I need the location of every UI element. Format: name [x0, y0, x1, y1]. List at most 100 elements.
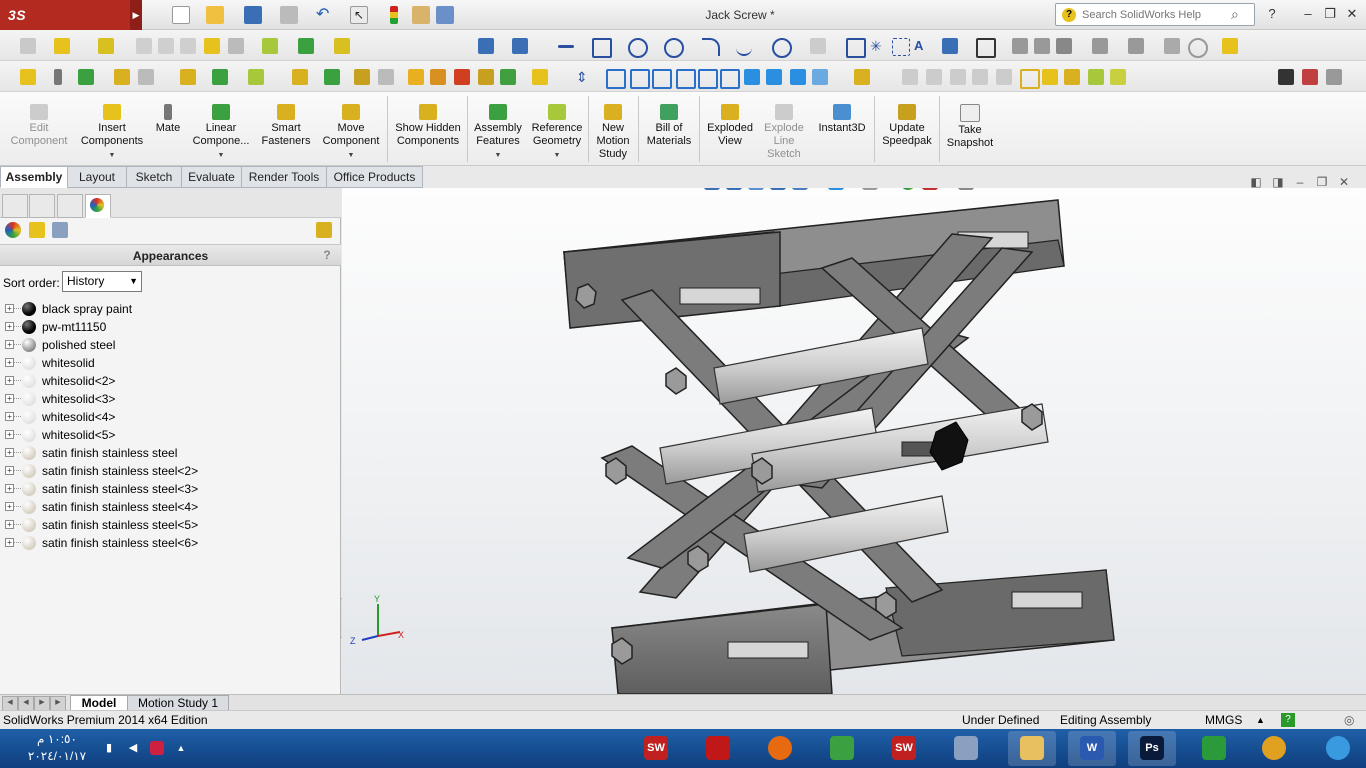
tree-item[interactable]: + satin finish stainless steel<4>: [0, 498, 330, 516]
rectangle-icon[interactable]: [592, 38, 612, 58]
taskbar-app-button[interactable]: [1008, 731, 1056, 766]
expand-icon[interactable]: +: [5, 466, 14, 475]
toolbar-icon[interactable]: [54, 38, 70, 54]
tree-item[interactable]: + satin finish stainless steel<6>: [0, 534, 330, 552]
close-icon[interactable]: ✕: [1342, 5, 1362, 23]
search-icon[interactable]: ⌕: [1231, 6, 1247, 22]
toolbar-icon[interactable]: [138, 69, 154, 85]
sort-order-select[interactable]: History ▼: [62, 271, 142, 292]
slot-icon[interactable]: [628, 38, 648, 58]
view-orientation-icon[interactable]: [792, 188, 808, 190]
toolbar-icon[interactable]: [500, 69, 516, 85]
taskbar-app-button[interactable]: [756, 731, 804, 766]
expand-icon[interactable]: +: [5, 376, 14, 385]
viewport-minimize-icon[interactable]: –: [1292, 174, 1308, 190]
toolbar-icon[interactable]: [942, 38, 958, 54]
tree-item[interactable]: + polished steel: [0, 336, 330, 354]
search-input[interactable]: [1082, 4, 1232, 25]
taskbar-app-button[interactable]: SW: [880, 731, 928, 766]
toolbar-icon[interactable]: [262, 38, 278, 54]
toolbar-icon[interactable]: [334, 38, 350, 54]
minimize-icon[interactable]: –: [1298, 5, 1318, 23]
toolbar-icon[interactable]: [136, 38, 152, 54]
toolbar-icon[interactable]: [180, 69, 196, 85]
zoom-to-fit-icon[interactable]: [704, 188, 720, 190]
move-component-button[interactable]: Move Component ▼: [318, 92, 384, 166]
units-caret-icon[interactable]: ▲: [1256, 711, 1265, 729]
toolbar-icon[interactable]: [180, 38, 196, 54]
toolbar-icon[interactable]: [1188, 38, 1208, 58]
clock-time[interactable]: ١٠:٥٠ م: [32, 731, 82, 747]
text-icon[interactable]: A: [914, 38, 930, 54]
bill-of-materials-button[interactable]: Bill of Materials: [641, 92, 697, 166]
tab-evaluate[interactable]: Evaluate: [181, 166, 242, 188]
view-cube-icon[interactable]: [652, 69, 672, 89]
save-icon[interactable]: [244, 6, 262, 24]
tree-item[interactable]: + whitesolid<5>: [0, 426, 330, 444]
dropdown-caret-icon[interactable]: ▼: [470, 149, 526, 162]
toolbar-icon[interactable]: [854, 69, 870, 85]
toolbar-icon[interactable]: [976, 38, 996, 58]
linear-pattern-button[interactable]: Linear Compone... ▼: [188, 92, 254, 166]
smart-fasteners-button[interactable]: Smart Fasteners: [256, 92, 316, 166]
taskbar-app-button[interactable]: [1314, 731, 1362, 766]
toolbar-icon[interactable]: [98, 38, 114, 54]
first-tab-icon[interactable]: ◀: [2, 696, 18, 711]
view-settings-icon[interactable]: [958, 188, 974, 190]
clock-date[interactable]: ٢٠٢٤/٠١/١٧: [22, 748, 92, 764]
edit-component-button[interactable]: Edit Component: [4, 92, 74, 166]
tree-item[interactable]: + satin finish stainless steel<5>: [0, 516, 330, 534]
view-cube-icon[interactable]: [698, 69, 718, 89]
toolbar-icon[interactable]: [996, 69, 1012, 85]
toolbar-icon[interactable]: [212, 69, 228, 85]
tree-item[interactable]: + pw-mt11150: [0, 318, 330, 336]
logo-menu-arrow-icon[interactable]: ▶: [130, 0, 142, 30]
toolbar-icon[interactable]: [950, 69, 966, 85]
taskbar-app-button[interactable]: W: [1068, 731, 1116, 766]
tree-item[interactable]: + satin finish stainless steel<2>: [0, 462, 330, 480]
toolbar-icon[interactable]: [1164, 38, 1180, 54]
status-units[interactable]: MMGS: [1205, 711, 1242, 729]
toolbar-icon[interactable]: ⇕: [576, 69, 592, 85]
display-style-icon[interactable]: [828, 188, 844, 190]
tab-sketch[interactable]: Sketch: [126, 166, 182, 188]
toolbar-icon[interactable]: [1326, 69, 1342, 85]
toolbar-icon[interactable]: [512, 38, 528, 54]
view-cube-icon[interactable]: [676, 69, 696, 89]
expand-icon[interactable]: +: [5, 340, 14, 349]
toolbar-icon[interactable]: [20, 38, 36, 54]
toolbar-icon[interactable]: [972, 69, 988, 85]
update-speedpak-button[interactable]: Update Speedpak: [877, 92, 937, 166]
toolbar-icon[interactable]: [114, 69, 130, 85]
dropdown-caret-icon[interactable]: ▼: [76, 149, 148, 162]
taskbar-app-button[interactable]: [1190, 731, 1238, 766]
tree-item[interactable]: + whitesolid<2>: [0, 372, 330, 390]
toolbar-icon[interactable]: [1128, 38, 1144, 54]
toolbar-icon[interactable]: [430, 69, 446, 85]
toolbar-icon[interactable]: [1034, 38, 1050, 54]
taskbar-app-button[interactable]: [942, 731, 990, 766]
status-resize-icon[interactable]: ◎: [1344, 711, 1354, 729]
toolbar-icon[interactable]: [1042, 69, 1058, 85]
new-document-icon[interactable]: [172, 6, 190, 24]
expand-icon[interactable]: +: [5, 448, 14, 457]
tree-item[interactable]: + satin finish stainless steel: [0, 444, 330, 462]
view-cube-icon[interactable]: [606, 69, 626, 89]
view-cube-icon[interactable]: [744, 69, 760, 85]
toolbar-icon[interactable]: [1302, 69, 1318, 85]
toolbar-icon[interactable]: [54, 69, 62, 85]
scene-lights-icon[interactable]: [52, 222, 68, 238]
configuration-tab-icon[interactable]: [57, 194, 83, 218]
network-icon[interactable]: ▮: [102, 741, 116, 755]
undo-icon[interactable]: ↶: [316, 6, 334, 24]
help-icon[interactable]: ?: [319, 247, 335, 263]
circle-icon[interactable]: [664, 38, 684, 58]
spline-icon[interactable]: [736, 38, 752, 56]
view-cube-icon[interactable]: [790, 69, 806, 85]
toolbar-icon[interactable]: [228, 38, 244, 54]
toolbar-icon[interactable]: [454, 69, 470, 85]
taskbar-app-button[interactable]: [818, 731, 866, 766]
insert-components-button[interactable]: Insert Components ▼: [76, 92, 148, 166]
line-icon[interactable]: [558, 45, 574, 48]
next-tab-icon[interactable]: ▶: [34, 696, 50, 711]
